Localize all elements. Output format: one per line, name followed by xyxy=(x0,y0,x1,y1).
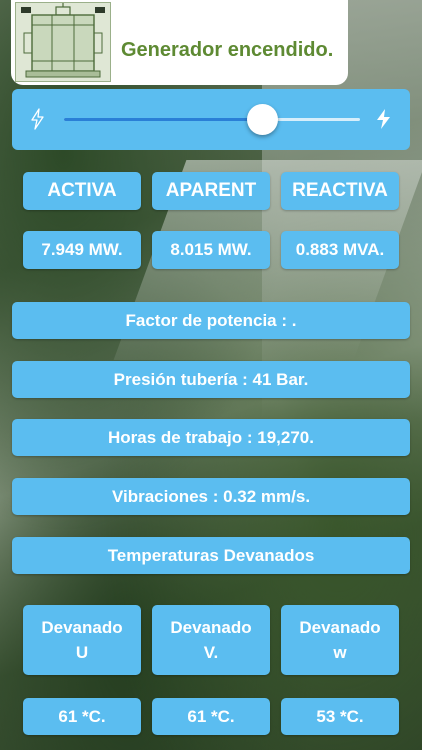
value-aparent: 8.015 MW. xyxy=(152,231,270,269)
winding-phase: w xyxy=(333,643,347,662)
status-header: Generador encendido. xyxy=(11,0,348,85)
row-pipe-pressure[interactable]: Presión tubería : 41 Bar. xyxy=(12,361,410,398)
power-slider-panel xyxy=(12,89,410,150)
winding-label: Devanado xyxy=(299,617,381,637)
button-winding-u[interactable]: Devanado U xyxy=(23,605,141,675)
button-reactiva[interactable]: REACTIVA xyxy=(281,172,399,210)
slider-thumb[interactable] xyxy=(246,104,278,135)
slider-track[interactable] xyxy=(64,118,360,121)
generator-status-text: Generador encendido. xyxy=(121,39,334,61)
generator-icon xyxy=(15,2,111,82)
temp-winding-u: 61 *C. xyxy=(23,698,141,735)
temp-winding-w: 53 *C. xyxy=(281,698,399,735)
lightning-filled-icon xyxy=(375,108,392,135)
value-reactiva: 0.883 MVA. xyxy=(281,231,399,269)
value-activa: 7.949 MW. xyxy=(23,231,141,269)
row-vibrations[interactable]: Vibraciones : 0.32 mm/s. xyxy=(12,478,410,515)
button-winding-v[interactable]: Devanado V. xyxy=(152,605,270,675)
winding-phase: V. xyxy=(203,643,219,662)
button-aparent[interactable]: APARENT xyxy=(152,172,270,210)
button-activa[interactable]: ACTIVA xyxy=(23,172,141,210)
winding-phase: U xyxy=(75,643,89,662)
slider-fill xyxy=(64,118,263,121)
row-power-factor[interactable]: Factor de potencia : . xyxy=(12,302,410,339)
winding-label: Devanado xyxy=(170,617,252,637)
winding-label: Devanado xyxy=(41,617,123,637)
row-working-hours[interactable]: Horas de trabajo : 19,270. xyxy=(12,419,410,456)
lightning-outline-icon xyxy=(30,108,45,135)
button-winding-w[interactable]: Devanado w xyxy=(281,605,399,675)
row-winding-temperatures[interactable]: Temperaturas Devanados xyxy=(12,537,410,574)
temp-winding-v: 61 *C. xyxy=(152,698,270,735)
